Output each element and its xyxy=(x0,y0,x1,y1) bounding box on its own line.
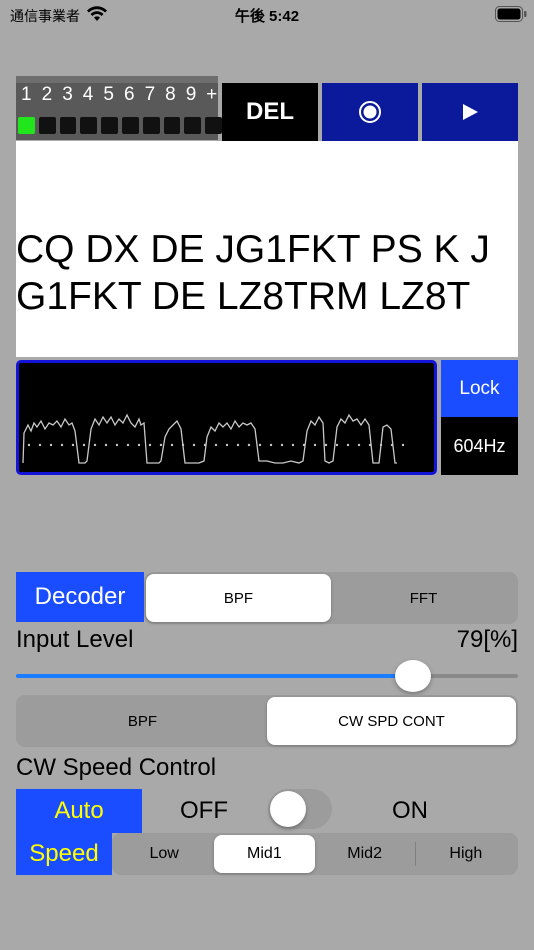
speed-option-high[interactable]: High xyxy=(416,835,516,873)
threshold-dot xyxy=(258,443,262,447)
channel-indicator-10 xyxy=(205,117,222,134)
threshold-dot xyxy=(170,443,174,447)
input-level-slider[interactable] xyxy=(16,660,518,692)
channel-indicator-3 xyxy=(59,117,77,134)
channel-number-5[interactable]: 5 xyxy=(98,84,119,108)
input-level-label: Input Level xyxy=(16,626,134,653)
channel-indicator-5 xyxy=(101,117,118,134)
channel-indicator-9 xyxy=(184,117,202,134)
channel-number-9[interactable]: 9 xyxy=(181,84,202,108)
slider-fill xyxy=(16,674,413,678)
waveform-display xyxy=(16,360,437,475)
status-time: 午後 5:42 xyxy=(234,8,300,25)
channel-indicator-7 xyxy=(142,117,160,134)
threshold-dot xyxy=(225,443,229,447)
threshold-dot xyxy=(346,443,350,447)
lock-button[interactable]: Lock xyxy=(441,360,518,417)
speed-segmented-control: Low Mid1 Mid2 High xyxy=(112,833,518,875)
threshold-dot xyxy=(181,443,185,447)
threshold-dot xyxy=(302,443,306,447)
waveform-trace xyxy=(22,413,405,464)
auto-off-label: OFF xyxy=(180,797,228,824)
channel-number-6[interactable]: 6 xyxy=(119,84,140,108)
speed-label: Speed xyxy=(16,833,112,875)
threshold-dot xyxy=(148,443,152,447)
toggle-knob xyxy=(270,791,306,827)
channel-number-3[interactable]: 3 xyxy=(57,84,78,108)
channel-indicator-2 xyxy=(38,117,56,134)
threshold-dot xyxy=(192,443,196,447)
mode-option-cw-spd-cont[interactable]: CW SPD CONT xyxy=(267,697,516,745)
threshold-dot xyxy=(203,443,207,447)
decoder-label: Decoder xyxy=(16,572,144,622)
channel-number-4[interactable]: 4 xyxy=(78,84,99,108)
channel-number-1[interactable]: 1 xyxy=(16,84,37,108)
channel-number-2[interactable]: 2 xyxy=(37,84,58,108)
channel-indicator-1 xyxy=(18,117,35,134)
channel-numbers: 1 2 3 4 5 6 7 8 9 + xyxy=(16,84,226,108)
speed-option-mid2[interactable]: Mid2 xyxy=(315,835,415,873)
threshold-dot xyxy=(368,443,372,447)
auto-speed-toggle[interactable] xyxy=(268,789,332,829)
threshold-dot xyxy=(269,443,273,447)
threshold-dot xyxy=(93,443,97,447)
decoded-text: CQ DX DE JG1FKT PS K JG1FKT DE LZ8TRM LZ… xyxy=(16,228,490,318)
threshold-dot xyxy=(335,443,339,447)
threshold-dot xyxy=(27,443,31,447)
threshold-dot xyxy=(126,443,130,447)
channel-indicators xyxy=(18,117,222,135)
record-icon xyxy=(359,101,381,123)
threshold-dot xyxy=(82,443,86,447)
frequency-readout: 604Hz xyxy=(441,417,518,475)
channel-indicator-4 xyxy=(80,117,98,134)
record-button[interactable] xyxy=(322,83,418,141)
threshold-dot xyxy=(49,443,53,447)
threshold-dot xyxy=(357,443,361,447)
threshold-dot xyxy=(38,443,42,447)
delete-button-label: DEL xyxy=(246,98,294,125)
auto-on-label: ON xyxy=(392,797,428,824)
channel-number-7[interactable]: 7 xyxy=(140,84,161,108)
decoder-option-bpf[interactable]: BPF xyxy=(146,574,331,622)
mode-segmented-control: BPF CW SPD CONT xyxy=(16,695,518,747)
threshold-dot xyxy=(324,443,328,447)
threshold-dot xyxy=(60,443,64,447)
speed-option-low[interactable]: Low xyxy=(114,835,214,873)
channel-indicator-6 xyxy=(121,117,139,134)
threshold-dot xyxy=(379,443,383,447)
delete-button[interactable]: DEL xyxy=(222,83,318,141)
channel-number-10[interactable]: + xyxy=(201,84,222,108)
threshold-dot xyxy=(236,443,240,447)
threshold-dot xyxy=(291,443,295,447)
lock-button-label: Lock xyxy=(459,377,500,399)
threshold-dot xyxy=(115,443,119,447)
threshold-dot xyxy=(390,443,394,447)
threshold-dot xyxy=(71,443,75,447)
cw-speed-section-title: CW Speed Control xyxy=(16,754,217,781)
battery-icon xyxy=(495,6,527,22)
status-bar: 通信事業者 午後 5:42 xyxy=(0,0,534,30)
slider-thumb[interactable] xyxy=(394,660,431,692)
threshold-dot xyxy=(137,443,141,447)
threshold-dot xyxy=(280,443,284,447)
decoder-segmented-control: BPF FFT xyxy=(144,572,518,624)
threshold-dot xyxy=(313,443,317,447)
channel-number-8[interactable]: 8 xyxy=(160,84,181,108)
play-button[interactable] xyxy=(422,83,518,141)
play-icon xyxy=(463,104,478,120)
decoder-option-fft[interactable]: FFT xyxy=(331,574,516,622)
mode-option-bpf[interactable]: BPF xyxy=(18,697,267,745)
threshold-dot xyxy=(214,443,218,447)
frequency-value: 604Hz xyxy=(453,435,506,456)
threshold-dot xyxy=(247,443,251,447)
threshold-dot xyxy=(104,443,108,447)
threshold-dot xyxy=(401,443,405,447)
channel-indicator-8 xyxy=(163,117,181,134)
auto-label: Auto xyxy=(16,789,142,833)
input-level-value: 79[%] xyxy=(456,626,518,653)
speed-option-mid1[interactable]: Mid1 xyxy=(214,835,315,873)
threshold-dot xyxy=(159,443,163,447)
